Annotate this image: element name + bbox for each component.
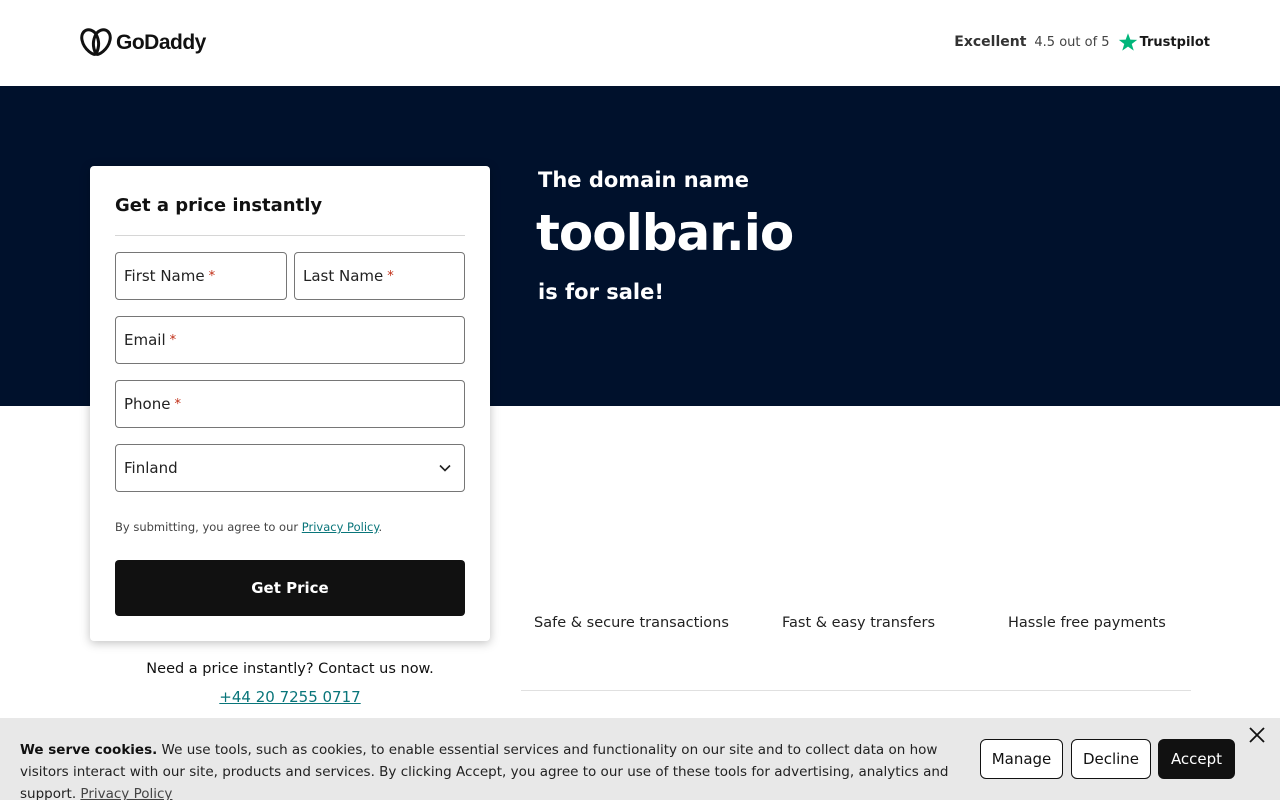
disclaimer-text: By submitting, you agree to our — [115, 520, 302, 534]
hero-subtitle: is for sale! — [538, 280, 664, 304]
features-divider — [521, 690, 1191, 691]
feature-secure: Safe & secure transactions — [534, 615, 729, 631]
country-value: Finland — [124, 459, 178, 477]
disclaimer-suffix: . — [378, 520, 383, 534]
feature-transfers: Fast & easy transfers — [782, 615, 936, 631]
privacy-policy-link[interactable]: Privacy Policy — [302, 520, 379, 534]
manage-cookies-button[interactable]: Manage — [980, 739, 1063, 779]
get-price-button[interactable]: Get Price — [115, 560, 465, 616]
price-form-card: Get a price instantly First Name * Last N… — [90, 166, 490, 641]
first-name-label: First Name — [124, 267, 205, 285]
phone-label: Phone — [124, 395, 171, 413]
required-mark: * — [208, 268, 216, 284]
required-mark: * — [387, 268, 394, 284]
cookie-message: We serve cookies. We use tools, such as … — [20, 739, 960, 800]
hero-domain-name: toolbar.io — [536, 204, 794, 262]
trustpilot-brand: Trustpilot — [1118, 32, 1210, 52]
cookie-banner: We serve cookies. We use tools, such as … — [0, 718, 1280, 800]
trustpilot-label: Trustpilot — [1139, 34, 1210, 50]
close-icon[interactable] — [1248, 726, 1266, 744]
trustpilot-rating[interactable]: Excellent 4.5 out of 5 Trustpilot — [954, 32, 1210, 52]
last-name-field[interactable]: Last Name * — [294, 252, 465, 300]
trust-score: 4.5 out of 5 — [1034, 34, 1110, 50]
email-field[interactable]: Email * — [115, 316, 465, 364]
logo-text: GoDaddy — [116, 31, 206, 54]
site-header: GoDaddy Excellent 4.5 out of 5 Trustpilo… — [0, 0, 1280, 86]
form-title: Get a price instantly — [115, 195, 323, 216]
decline-cookies-button[interactable]: Decline — [1071, 739, 1151, 779]
cookie-title: We serve cookies. — [20, 742, 158, 758]
phone-field[interactable]: Phone * — [115, 380, 465, 428]
chevron-down-icon — [439, 464, 451, 472]
star-icon — [1118, 33, 1137, 51]
country-select[interactable]: Finland — [115, 444, 465, 492]
cookie-privacy-link[interactable]: Privacy Policy — [80, 786, 172, 800]
contact-prompt: Need a price instantly? Contact us now. — [146, 661, 434, 677]
feature-payments: Hassle free payments — [1008, 615, 1166, 631]
form-disclaimer: By submitting, you agree to our Privacy … — [115, 520, 382, 534]
required-mark: * — [169, 332, 177, 348]
accept-cookies-button[interactable]: Accept — [1158, 739, 1235, 779]
godaddy-logo[interactable]: GoDaddy — [80, 28, 206, 58]
godaddy-logo-icon — [80, 28, 112, 56]
first-name-field[interactable]: First Name * — [115, 252, 287, 300]
email-label: Email — [124, 331, 166, 349]
trust-rating-label: Excellent — [954, 34, 1027, 50]
form-divider — [115, 235, 465, 236]
last-name-label: Last Name — [303, 267, 384, 285]
contact-phone-link[interactable]: +44 20 7255 0717 — [90, 688, 490, 706]
required-mark: * — [174, 396, 181, 412]
hero-pretitle: The domain name — [538, 168, 750, 192]
